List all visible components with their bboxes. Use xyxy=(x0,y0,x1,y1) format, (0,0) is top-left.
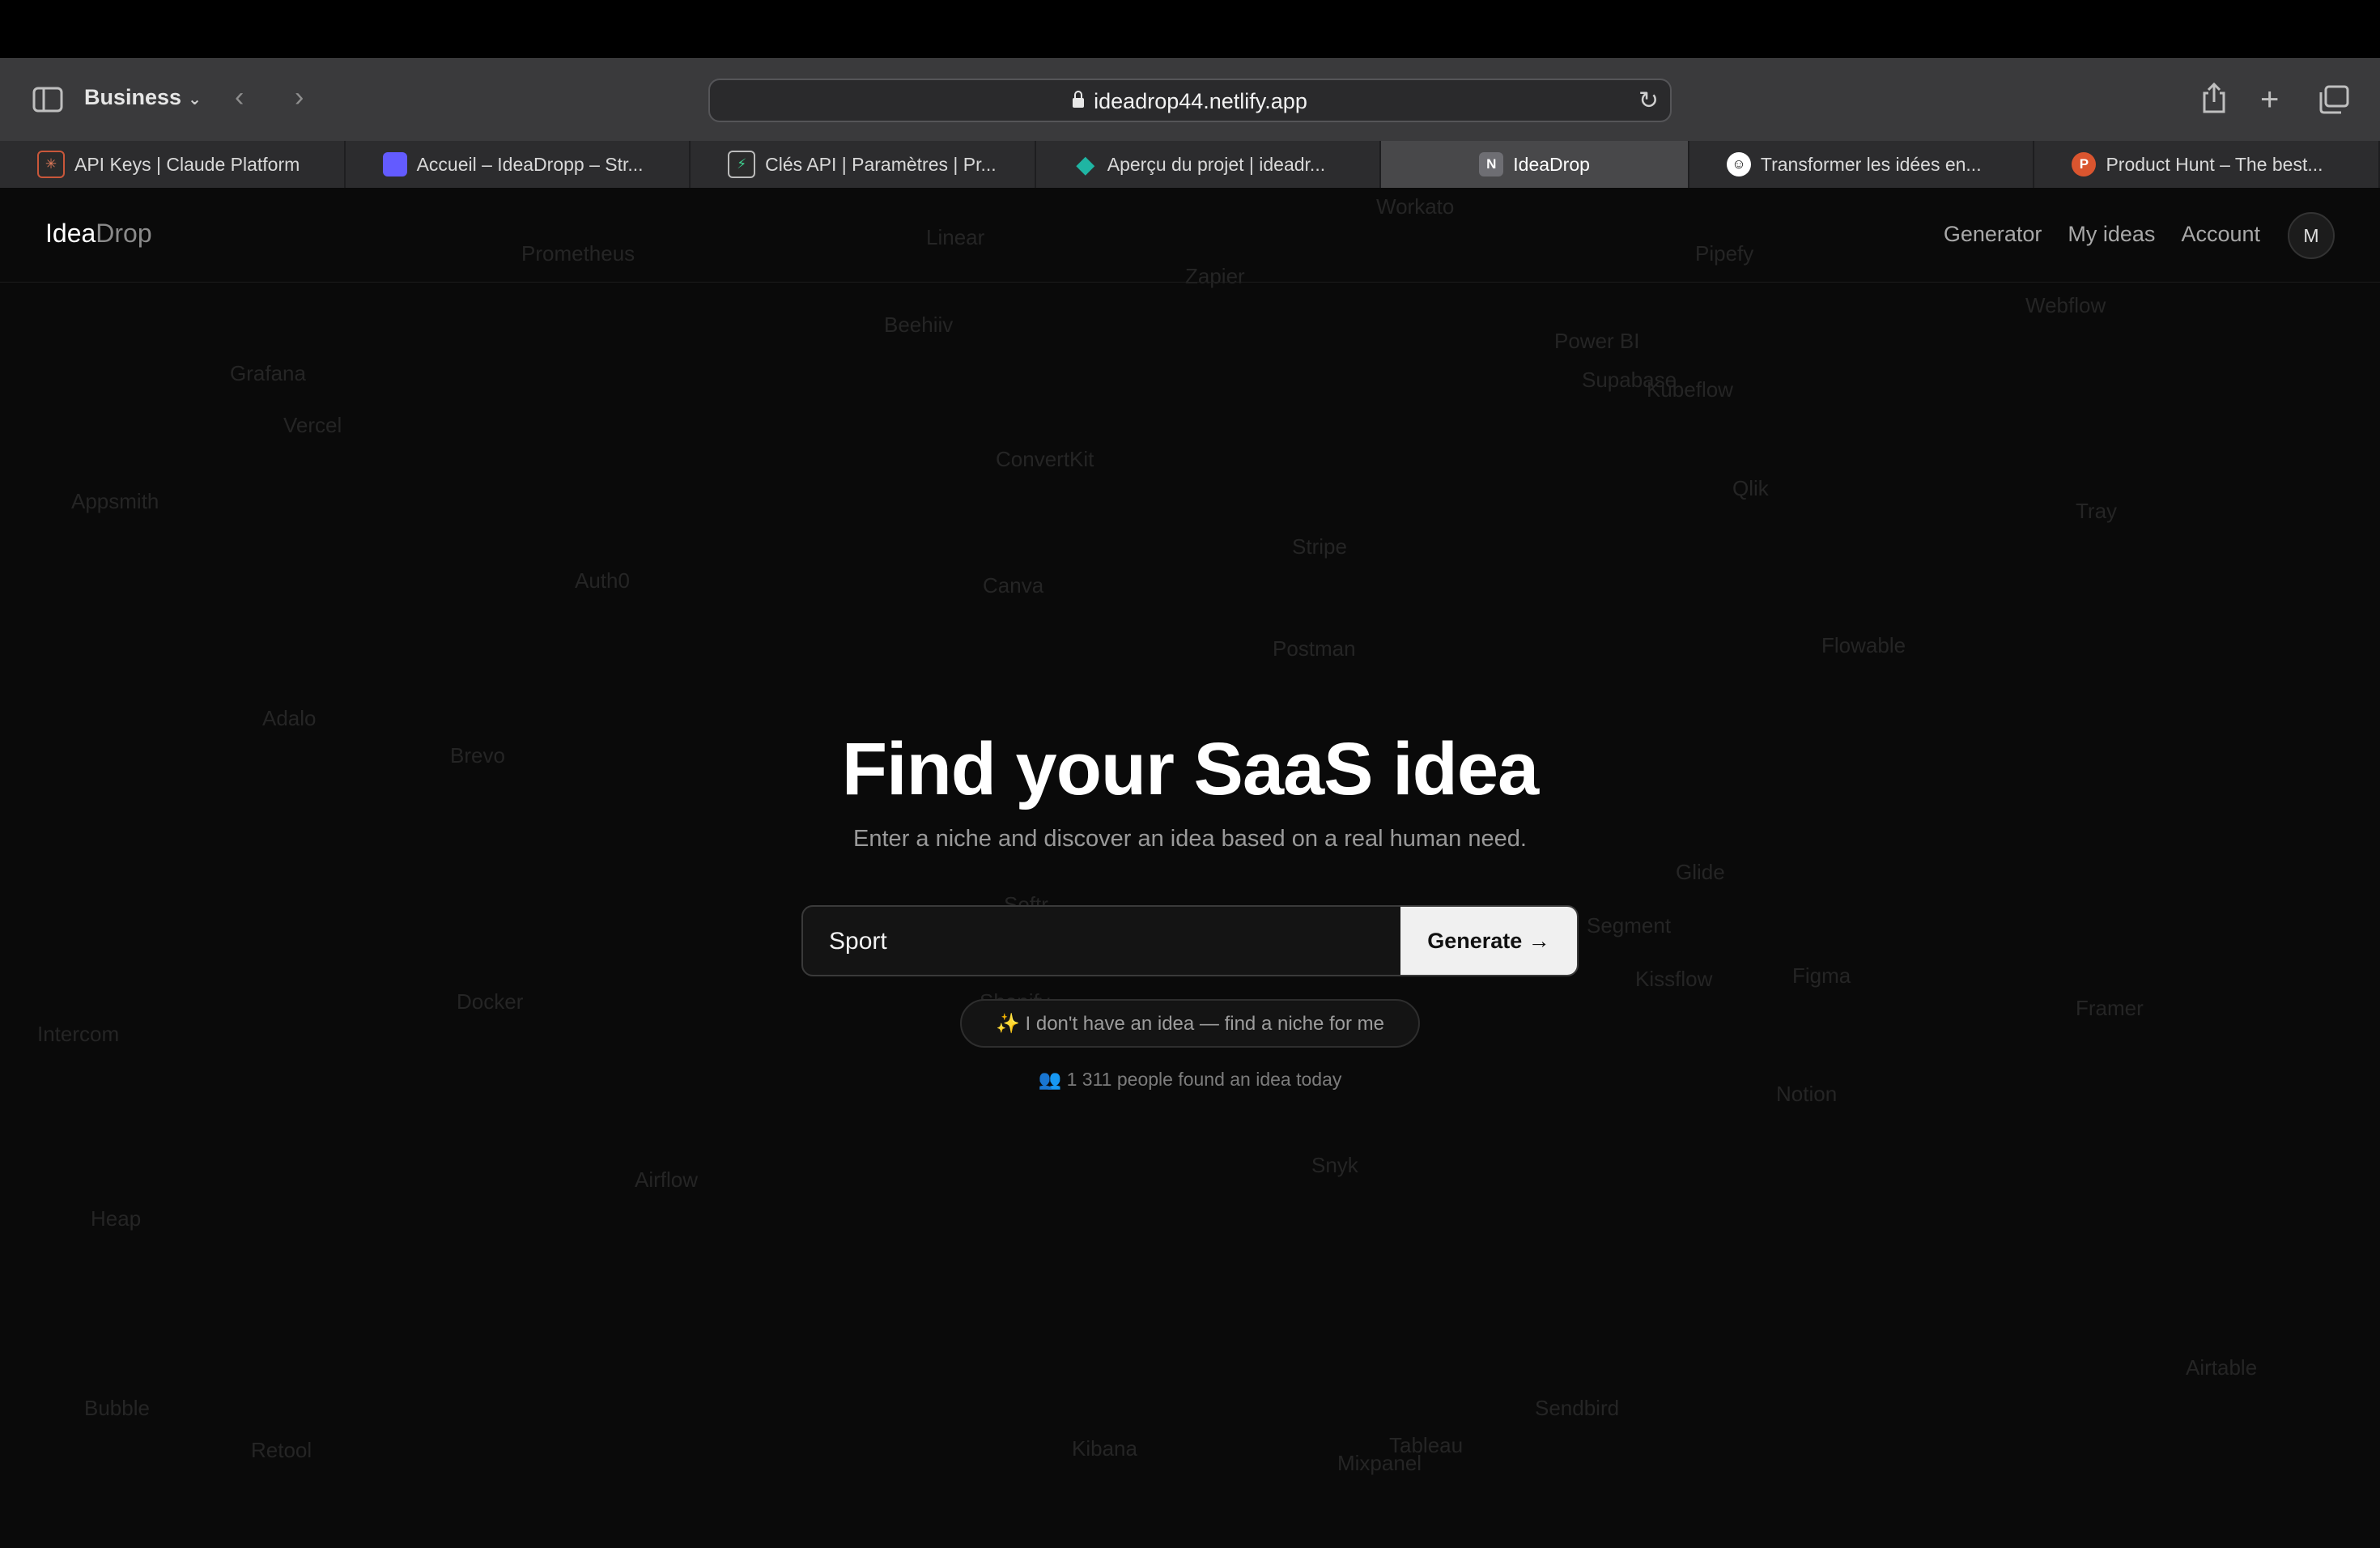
app-navbar: IdeaDrop Generator My ideas Account M xyxy=(0,188,2380,283)
tab-ideadrop[interactable]: N IdeaDrop xyxy=(1381,141,1689,188)
sidebar-icon[interactable] xyxy=(32,87,63,113)
background-word: Stripe xyxy=(1292,534,1347,559)
tab-api-keys[interactable]: ✳ API Keys | Claude Platform xyxy=(0,141,346,188)
background-word: Glide xyxy=(1676,860,1725,884)
new-tab-icon[interactable]: + xyxy=(2260,83,2279,116)
background-word: Kubeflow xyxy=(1647,377,1733,402)
background-word: Qlik xyxy=(1732,476,1769,500)
tab-product-hunt[interactable]: P Product Hunt – The best... xyxy=(2034,141,2380,188)
tab-label: Clés API | Paramètres | Pr... xyxy=(765,153,997,175)
background-word: Canva xyxy=(983,573,1044,598)
tab-api-settings[interactable]: ⚡ Clés API | Paramètres | Pr... xyxy=(691,141,1036,188)
background-word: Kibana xyxy=(1072,1436,1137,1461)
background-word: Snyk xyxy=(1311,1153,1358,1177)
tab-stripe[interactable]: Accueil – IdeaDropp – Str... xyxy=(346,141,691,188)
find-niche-button[interactable]: ✨ I don't have an idea — find a niche fo… xyxy=(960,999,1420,1048)
background-word: Airflow xyxy=(635,1167,699,1192)
background-word: Sendbird xyxy=(1535,1396,1620,1420)
page-content: Workato Prometheus Linear Pipefy Zapier … xyxy=(0,188,2380,1548)
background-word: Kissflow xyxy=(1635,967,1713,991)
background-word: Grafana xyxy=(230,361,306,385)
tab-label: Transformer les idées en... xyxy=(1760,153,1982,175)
diamond-icon: ◆ xyxy=(1076,151,1095,178)
nav-generator[interactable]: Generator xyxy=(1944,222,2042,247)
notion-icon: N xyxy=(1479,152,1504,176)
tab-project-overview[interactable]: ◆ Aperçu du projet | ideadr... xyxy=(1036,141,1382,188)
tab-label: API Keys | Claude Platform xyxy=(74,153,300,175)
people-count: 👥 1 311 people found an idea today xyxy=(1038,1069,1342,1090)
profile-label: Business xyxy=(84,85,182,109)
background-word: Heap xyxy=(91,1206,142,1231)
background-word: Framer xyxy=(2076,996,2144,1020)
logo[interactable]: IdeaDrop xyxy=(45,219,152,249)
nav-links: Generator My ideas Account xyxy=(1944,222,2260,247)
background-word: Appsmith xyxy=(71,489,159,513)
claude-icon: ✳ xyxy=(37,151,65,178)
niche-input-group: Sport Generate → xyxy=(801,905,1579,976)
nav-my-ideas[interactable]: My ideas xyxy=(2068,222,2155,247)
profile-selector[interactable]: Business ⌄ xyxy=(84,85,202,110)
background-word: Postman xyxy=(1273,636,1356,661)
url-text: ideadrop44.netlify.app xyxy=(1094,89,1307,113)
tab-label: Accueil – IdeaDropp – Str... xyxy=(416,153,644,175)
stripe-icon xyxy=(382,152,407,176)
menu-bar xyxy=(0,0,2380,58)
tab-transform-ideas[interactable]: ☺ Transformer les idées en... xyxy=(1689,141,2035,188)
niche-input[interactable]: Sport xyxy=(829,928,887,955)
product-hunt-icon: P xyxy=(2072,152,2097,176)
background-word: Power BI xyxy=(1554,329,1640,353)
background-word: Flowable xyxy=(1821,633,1906,657)
background-word: Figma xyxy=(1792,963,1851,988)
background-word: Vercel xyxy=(283,413,342,437)
nav-account[interactable]: Account xyxy=(2181,222,2260,247)
background-word: Auth0 xyxy=(575,568,630,593)
avatar[interactable]: M xyxy=(2288,212,2335,259)
background-word: Docker xyxy=(457,989,524,1014)
chevron-down-icon: ⌄ xyxy=(188,91,202,108)
background-word: Tray xyxy=(2076,499,2118,523)
page-title: Find your SaaS idea xyxy=(841,728,1539,810)
background-word: Bubble xyxy=(84,1396,150,1420)
reload-icon[interactable]: ↻ xyxy=(1638,87,1659,115)
background-word: Airtable xyxy=(2186,1355,2258,1380)
background-word: Beehiiv xyxy=(884,313,954,337)
background-word: Segment xyxy=(1587,913,1672,938)
bolt-icon: ⚡ xyxy=(728,151,756,178)
browser-toolbar: Business ⌄ ‹ › ideadrop44.netlify.app ↻ + xyxy=(0,58,2380,141)
background-word: Webflow xyxy=(2025,293,2106,317)
back-icon[interactable]: ‹ xyxy=(235,83,244,111)
tab-label: Product Hunt – The best... xyxy=(2106,153,2323,175)
tab-bar: ✳ API Keys | Claude Platform Accueil – I… xyxy=(0,141,2380,188)
background-word: ConvertKit xyxy=(996,447,1094,471)
address-bar[interactable]: ideadrop44.netlify.app ↻ xyxy=(708,79,1672,122)
lock-icon xyxy=(1073,91,1085,108)
tab-label: Aperçu du projet | ideadr... xyxy=(1107,153,1326,175)
share-icon[interactable] xyxy=(2200,82,2228,114)
tab-overview-icon[interactable] xyxy=(2318,85,2349,114)
background-word: Retool xyxy=(251,1438,312,1462)
ghost-icon: ☺ xyxy=(1726,152,1751,176)
page-subtitle: Enter a niche and discover an idea based… xyxy=(853,826,1527,852)
tab-label: IdeaDrop xyxy=(1513,153,1590,175)
background-word: Intercom xyxy=(37,1022,120,1046)
background-word: Mixpanel xyxy=(1337,1451,1422,1475)
generate-button[interactable]: Generate → xyxy=(1400,907,1577,975)
forward-icon[interactable]: › xyxy=(295,83,304,111)
